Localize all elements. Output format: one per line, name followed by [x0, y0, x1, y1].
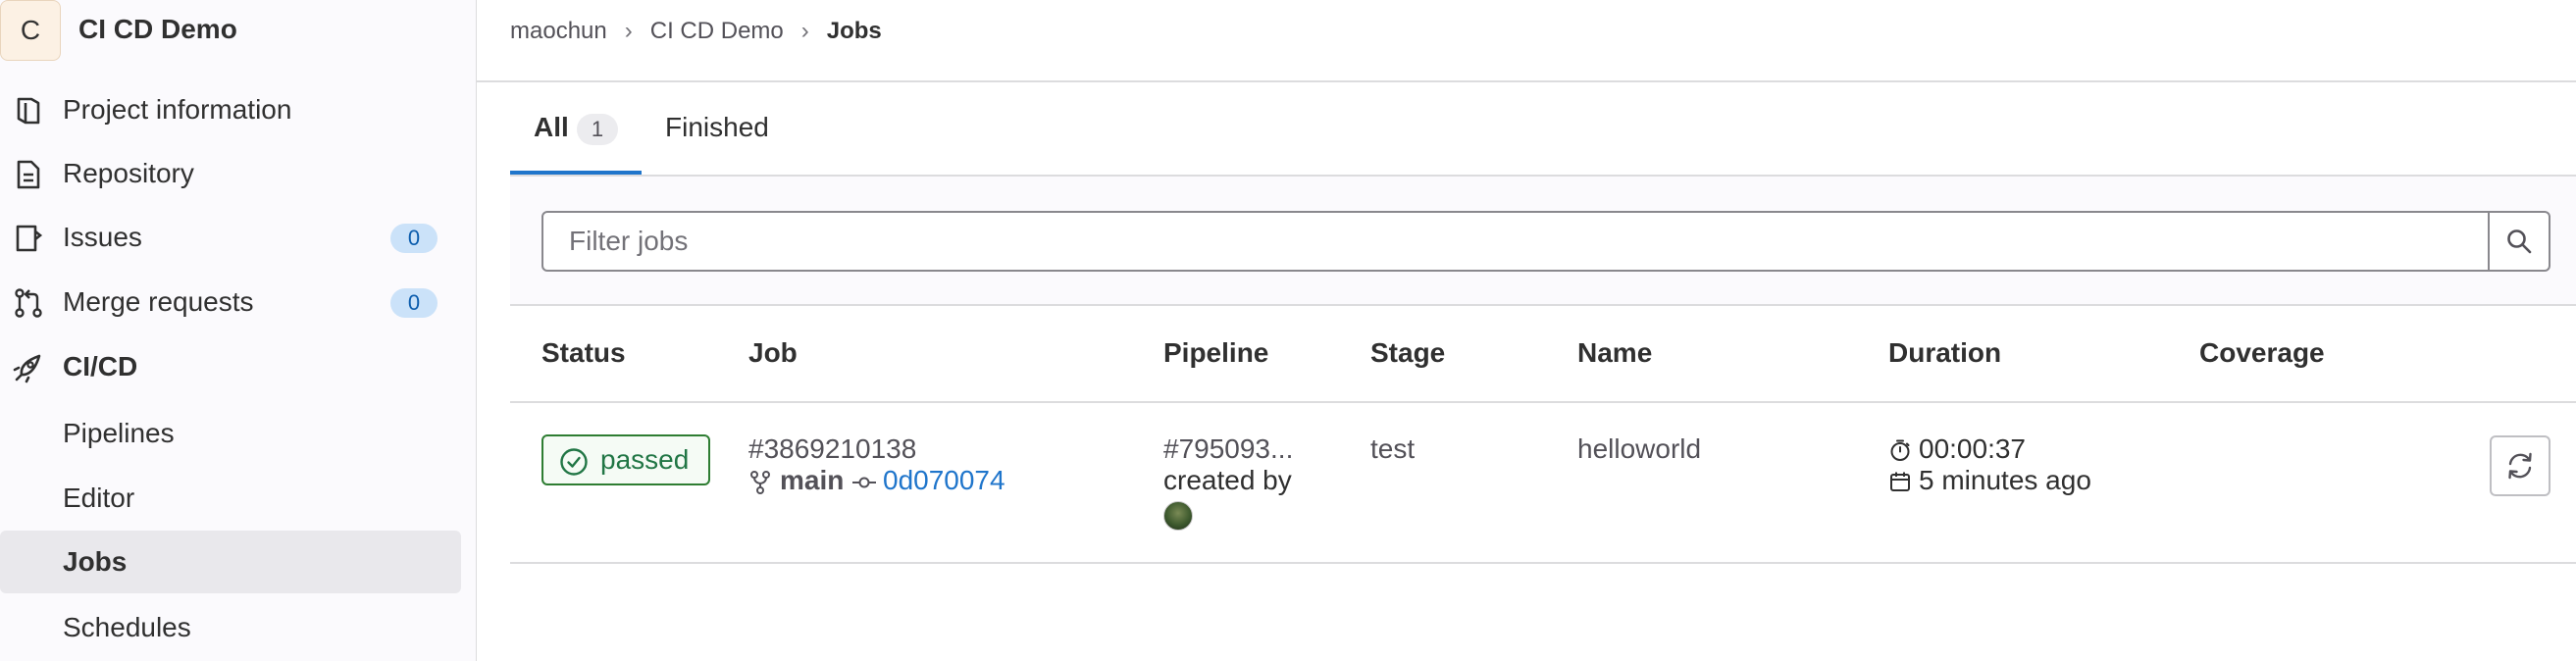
branch-icon — [750, 471, 770, 494]
stage-value: test — [1370, 433, 1416, 464]
table-header-divider — [510, 401, 2576, 403]
tab-finished-label: Finished — [665, 112, 769, 142]
column-header-duration: Duration — [1888, 337, 2002, 368]
commit-icon — [852, 477, 876, 488]
sidebar-item-issues[interactable]: Issues 0 — [0, 206, 461, 269]
job-id-link[interactable]: #3869210138 — [748, 433, 916, 465]
column-header-coverage: Coverage — [2199, 337, 2325, 368]
breadcrumb-separator: › — [624, 18, 633, 44]
tab-all-count-badge: 1 — [577, 114, 618, 145]
search-icon — [2507, 229, 2532, 254]
branch-link[interactable]: main — [780, 465, 844, 496]
issues-count-badge: 0 — [390, 224, 438, 253]
breadcrumb-separator: › — [800, 18, 809, 44]
status-badge[interactable]: passed — [541, 434, 710, 485]
column-header-stage: Stage — [1370, 337, 1446, 368]
pipeline-created-by: created by — [1163, 465, 1292, 495]
sidebar: C CI CD Demo Project information Reposit… — [0, 0, 477, 661]
sidebar-subitem-label: Schedules — [63, 612, 191, 642]
sidebar-item-merge-requests[interactable]: Merge requests 0 — [0, 271, 461, 333]
status-label: passed — [600, 444, 690, 475]
breadcrumb-item-namespace[interactable]: maochun — [510, 18, 607, 45]
timer-icon — [1890, 439, 1910, 461]
sidebar-subitem-schedules[interactable]: Schedules — [0, 596, 461, 659]
check-circle-icon — [560, 448, 588, 476]
column-header-status: Status — [541, 337, 626, 368]
sidebar-item-label: Repository — [63, 158, 194, 188]
sidebar-item-repository[interactable]: Repository — [0, 142, 461, 205]
tab-all[interactable]: All 1 — [510, 98, 642, 175]
user-avatar[interactable] — [1163, 501, 1193, 531]
sidebar-item-cicd[interactable]: CI/CD — [0, 335, 461, 398]
rocket-icon — [13, 354, 41, 383]
filter-divider — [510, 304, 2576, 306]
sidebar-item-label: CI/CD — [63, 351, 138, 381]
breadcrumb-item-current[interactable]: Jobs — [827, 18, 882, 45]
sidebar-subitem-jobs[interactable]: Jobs — [0, 531, 461, 593]
sidebar-item-label: Issues — [63, 222, 142, 252]
header-divider — [477, 80, 2576, 82]
duration-value: 00:00:37 — [1919, 433, 2026, 464]
sidebar-subitem-label: Jobs — [63, 546, 128, 577]
merge-requests-count-badge: 0 — [390, 288, 438, 318]
sidebar-item-label: Merge requests — [63, 286, 254, 317]
tab-all-label: All — [534, 112, 569, 142]
retry-button[interactable] — [2490, 435, 2550, 496]
project-info-icon — [17, 97, 40, 125]
sidebar-subitem-label: Pipelines — [63, 418, 175, 448]
project-avatar[interactable]: C — [0, 0, 61, 61]
sidebar-subitem-editor[interactable]: Editor — [0, 467, 461, 530]
project-name[interactable]: CI CD Demo — [78, 14, 237, 45]
sidebar-subitem-pipelines[interactable]: Pipelines — [0, 402, 461, 465]
table-row-divider — [510, 562, 2576, 564]
merge-request-icon — [15, 288, 42, 318]
search-button[interactable] — [2490, 211, 2550, 272]
column-header-job: Job — [748, 337, 798, 368]
breadcrumb-item-project[interactable]: CI CD Demo — [650, 18, 784, 45]
issues-icon — [16, 225, 43, 252]
sidebar-item-project-information[interactable]: Project information — [0, 78, 461, 141]
document-icon — [17, 160, 40, 189]
sidebar-subitem-label: Editor — [63, 483, 135, 513]
filter-jobs-input[interactable]: Filter jobs — [541, 211, 2490, 272]
calendar-icon — [1890, 472, 1910, 491]
column-header-name: Name — [1577, 337, 1653, 368]
pipeline-link[interactable]: #795093... — [1163, 433, 1293, 465]
finished-time-value: 5 minutes ago — [1919, 465, 2091, 495]
retry-icon — [2508, 452, 2532, 480]
column-header-pipeline: Pipeline — [1163, 337, 1269, 368]
job-name-value: helloworld — [1577, 433, 1702, 464]
commit-link[interactable]: 0d070074 — [883, 465, 1005, 496]
sidebar-item-label: Project information — [63, 94, 292, 125]
breadcrumb: maochun › CI CD Demo › Jobs — [510, 18, 882, 45]
